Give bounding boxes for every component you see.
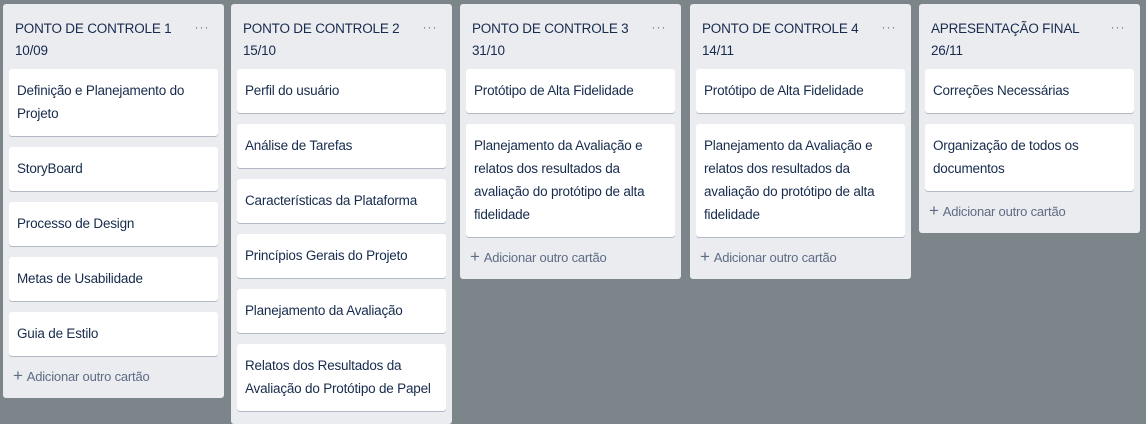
card-list: Perfil do usuário Análise de Tarefas Car… <box>237 68 446 411</box>
list-title[interactable]: PONTO DE CONTROLE 2 15/10 <box>243 18 416 62</box>
add-card-label: Adicionar outro cartão <box>26 368 150 384</box>
list-ponto-de-controle-4: PONTO DE CONTROLE 4 14/11 ··· Protótipo … <box>690 4 911 279</box>
card[interactable]: Planejamento da Avaliação <box>237 289 446 333</box>
list-header[interactable]: PONTO DE CONTROLE 3 31/10 ··· <box>466 4 675 68</box>
plus-icon: + <box>470 247 480 266</box>
list-ponto-de-controle-1: PONTO DE CONTROLE 1 10/09 ··· Definição … <box>3 4 224 398</box>
add-card-label: Adicionar outro cartão <box>713 249 837 265</box>
list-title[interactable]: APRESENTAÇÃO FINAL 26/11 <box>931 18 1104 62</box>
card-list: Definição e Planejamento do Projeto Stor… <box>9 68 218 356</box>
card[interactable]: Metas de Usabilidade <box>9 257 218 301</box>
card-list: Protótipo de Alta Fidelidade Planejament… <box>696 68 905 237</box>
ellipsis-icon[interactable]: ··· <box>651 18 667 40</box>
add-card-button[interactable]: + Adicionar outro cartão <box>696 237 905 279</box>
card[interactable]: Organização de todos os documentos <box>925 124 1134 191</box>
card[interactable]: Definição e Planejamento do Projeto <box>9 69 218 136</box>
card[interactable]: Protótipo de Alta Fidelidade <box>466 69 675 113</box>
add-card-button[interactable]: + Adicionar outro cartão <box>9 356 218 398</box>
board: PONTO DE CONTROLE 1 10/09 ··· Definição … <box>0 0 1146 424</box>
card[interactable]: Processo de Design <box>9 202 218 246</box>
list-header[interactable]: PONTO DE CONTROLE 2 15/10 ··· <box>237 4 446 68</box>
card[interactable]: Relatos dos Resultados da Avaliação do P… <box>237 344 446 411</box>
list-header[interactable]: APRESENTAÇÃO FINAL 26/11 ··· <box>925 4 1134 68</box>
card[interactable]: StoryBoard <box>9 147 218 191</box>
list-title[interactable]: PONTO DE CONTROLE 1 10/09 <box>15 18 188 62</box>
plus-icon: + <box>929 201 939 220</box>
card-list: Protótipo de Alta Fidelidade Planejament… <box>466 68 675 237</box>
list-header[interactable]: PONTO DE CONTROLE 4 14/11 ··· <box>696 4 905 68</box>
card[interactable]: Perfil do usuário <box>237 69 446 113</box>
card[interactable]: Guia de Estilo <box>9 312 218 356</box>
ellipsis-icon[interactable]: ··· <box>1110 18 1126 40</box>
card-list: Correções Necessárias Organização de tod… <box>925 68 1134 191</box>
list-title[interactable]: PONTO DE CONTROLE 4 14/11 <box>702 18 875 62</box>
card[interactable]: Protótipo de Alta Fidelidade <box>696 69 905 113</box>
list-title[interactable]: PONTO DE CONTROLE 3 31/10 <box>472 18 645 62</box>
card[interactable]: Correções Necessárias <box>925 69 1134 113</box>
card[interactable]: Planejamento da Avaliação e relatos dos … <box>466 124 675 237</box>
list-apresentacao-final: APRESENTAÇÃO FINAL 26/11 ··· Correções N… <box>919 4 1140 233</box>
card[interactable]: Análise de Tarefas <box>237 124 446 168</box>
ellipsis-icon[interactable]: ··· <box>194 18 210 40</box>
ellipsis-icon[interactable]: ··· <box>881 18 897 40</box>
plus-icon: + <box>13 366 23 385</box>
add-card-label: Adicionar outro cartão <box>483 249 607 265</box>
add-card-button[interactable]: + Adicionar outro cartão <box>466 237 675 279</box>
list-ponto-de-controle-2: PONTO DE CONTROLE 2 15/10 ··· Perfil do … <box>231 4 452 424</box>
list-ponto-de-controle-3: PONTO DE CONTROLE 3 31/10 ··· Protótipo … <box>460 4 681 279</box>
list-header[interactable]: PONTO DE CONTROLE 1 10/09 ··· <box>9 4 218 68</box>
add-card-label: Adicionar outro cartão <box>942 203 1066 219</box>
plus-icon: + <box>700 247 710 266</box>
add-card-button[interactable]: + Adicionar outro cartão <box>925 191 1134 233</box>
ellipsis-icon[interactable]: ··· <box>422 18 438 40</box>
card[interactable]: Características da Plataforma <box>237 179 446 223</box>
card[interactable]: Princípios Gerais do Projeto <box>237 234 446 278</box>
card[interactable]: Planejamento da Avaliação e relatos dos … <box>696 124 905 237</box>
